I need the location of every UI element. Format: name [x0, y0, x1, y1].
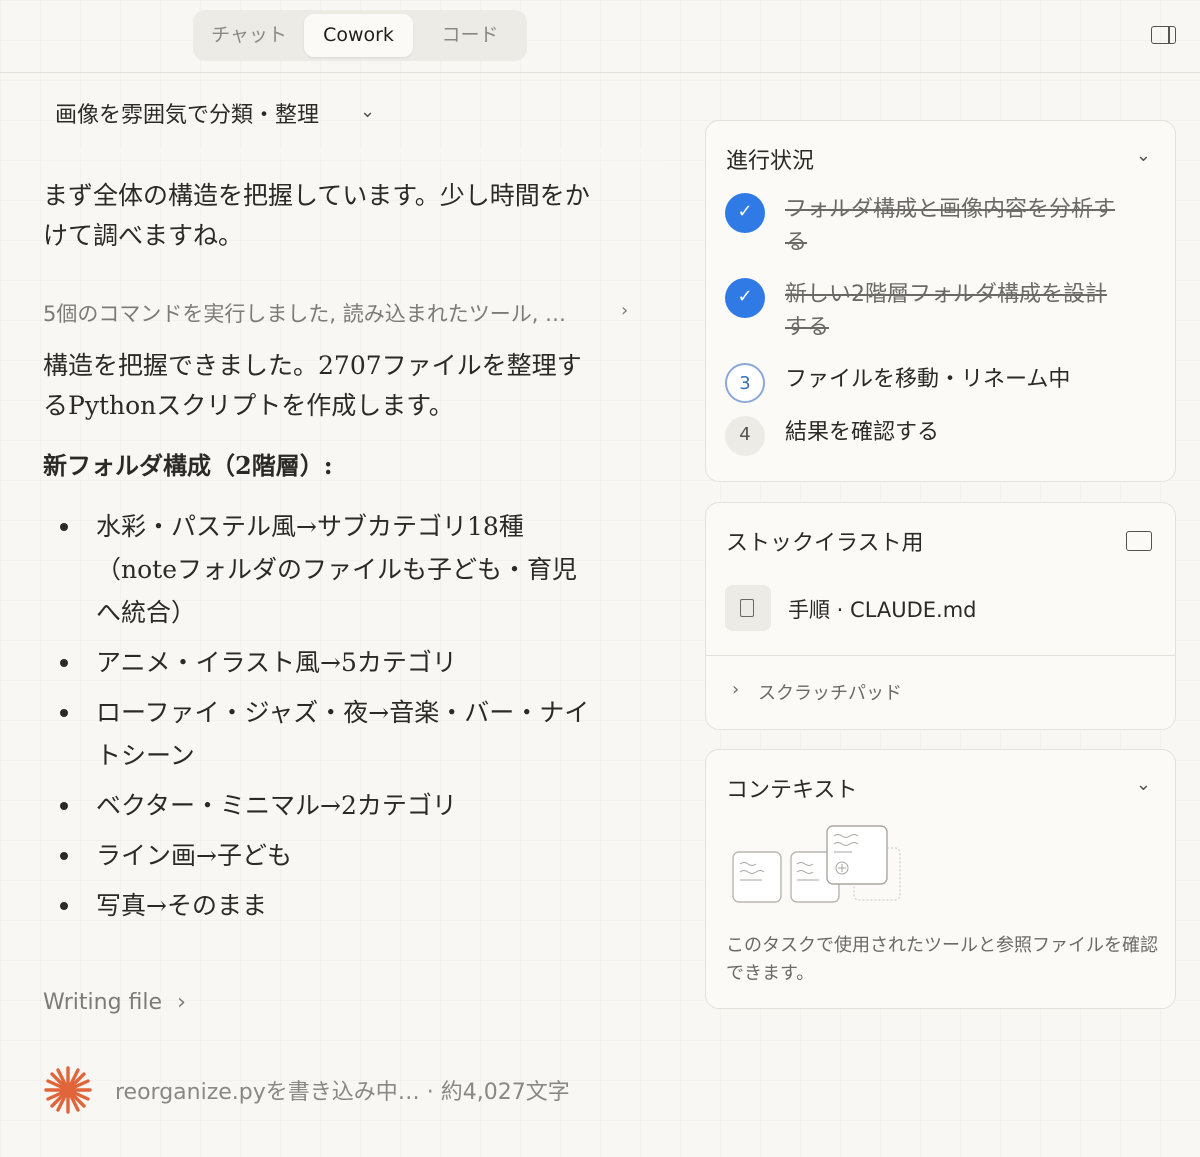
task-title[interactable]: 画像を雰囲気で分類・整理	[55, 97, 319, 129]
chevron-right-icon: ›	[177, 990, 186, 1015]
file-icon[interactable]	[725, 585, 771, 631]
mode-switch: チャット Cowork コード	[193, 10, 527, 61]
tab-chat[interactable]: チャット	[197, 14, 301, 57]
workspace-title: ストックイラスト用	[726, 531, 924, 556]
progress-title: 進行状況	[726, 149, 815, 174]
writing-status: reorganize.pyを書き込み中… · 約4,027文字	[115, 1080, 570, 1105]
divider	[706, 655, 1175, 656]
list-item: 水彩・パステル風→サブカテゴリ18種（noteフォルダのファイルも子ども・育児へ…	[58, 505, 598, 634]
list-item: 写真→そのまま	[58, 884, 598, 927]
step-number: 4	[725, 416, 765, 456]
folder-icon[interactable]	[1126, 531, 1152, 551]
step-label: ファイルを移動・リネーム中	[785, 367, 1071, 392]
writing-file-toggle[interactable]: Writing file ›	[43, 990, 186, 1015]
chevron-down-icon[interactable]: ⌄	[1136, 145, 1151, 166]
list-item: アニメ・イラスト風→5カテゴリ	[58, 641, 598, 684]
list-item: ローファイ・ジャズ・夜→音楽・バー・ナイトシーン	[58, 691, 598, 777]
command-summary[interactable]: 5個のコマンドを実行しました, 読み込まれたツール, …	[43, 298, 566, 328]
spark-icon	[44, 1066, 92, 1114]
context-files-illustration	[732, 825, 901, 903]
file-link[interactable]: 手順 · CLAUDE.md	[788, 594, 977, 624]
context-description: このタスクで使用されたツールと参照ファイルを確認できます。	[726, 935, 1158, 984]
check-icon: ✓	[725, 193, 765, 233]
assistant-message-2: 構造を把握できました。2707ファイルを整理するPythonスクリプトを作成しま…	[43, 351, 582, 420]
scroll-fade	[42, 148, 662, 162]
chevron-down-icon[interactable]: ⌄	[1136, 774, 1151, 795]
progress-card: 進行状況 ⌄ ✓ フォルダ構成と画像内容を分析する ✓ 新しい2階層フォルダ構成…	[705, 120, 1176, 482]
step-number: 3	[725, 363, 765, 403]
list-item: ライン画→子ども	[58, 834, 598, 877]
tab-cowork[interactable]: Cowork	[304, 14, 413, 57]
step-label: フォルダ構成と画像内容を分析する	[785, 197, 1116, 255]
chevron-down-icon[interactable]: ⌄	[360, 101, 375, 122]
list-item: ベクター・ミニマル→2カテゴリ	[58, 784, 598, 827]
assistant-message-1: まず全体の構造を把握しています。少し時間をかけて調べますね。	[43, 181, 590, 250]
writing-file-label: Writing file	[43, 990, 163, 1015]
tab-code[interactable]: コード	[417, 14, 523, 57]
top-bar: チャット Cowork コード	[0, 0, 1200, 73]
scratchpad-toggle[interactable]: スクラッチパッド	[758, 679, 902, 705]
folder-structure-list: 水彩・パステル風→サブカテゴリ18種（noteフォルダのファイルも子ども・育児へ…	[58, 505, 598, 934]
step-label: 新しい2階層フォルダ構成を設計する	[785, 282, 1107, 340]
chevron-right-icon[interactable]: ›	[621, 300, 628, 321]
context-card: コンテキスト ⌄ このタスクで使用されたツールと参照ファイルを確認できます。	[705, 749, 1176, 1009]
workspace-card: ストックイラスト用 手順 · CLAUDE.md › スクラッチパッド	[705, 502, 1176, 730]
check-icon: ✓	[725, 278, 765, 318]
folder-structure-heading: 新フォルダ構成（2階層）:	[43, 451, 333, 480]
context-title: コンテキスト	[726, 778, 858, 803]
step-label: 結果を確認する	[785, 420, 940, 445]
chevron-right-icon[interactable]: ›	[732, 679, 739, 700]
sidebar-panel-icon[interactable]	[1151, 26, 1176, 44]
